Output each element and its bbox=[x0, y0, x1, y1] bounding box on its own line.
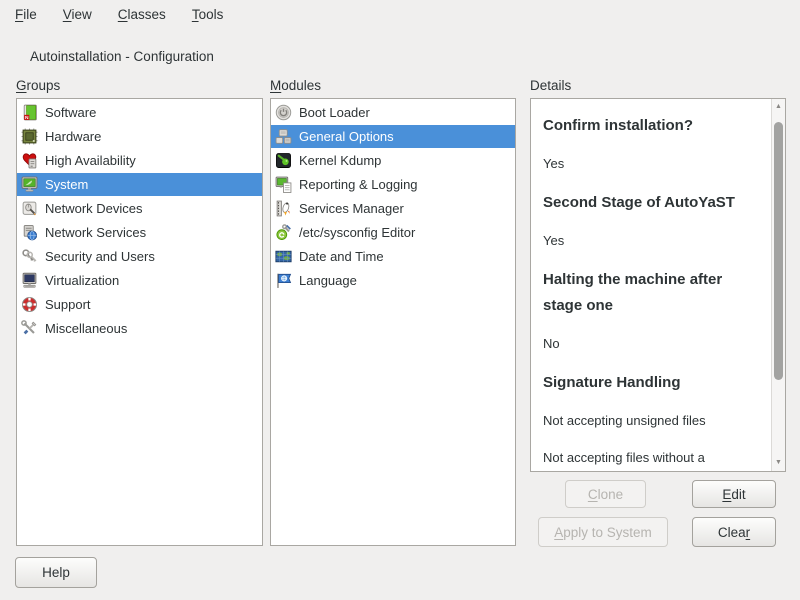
details-content: Confirm installation? Yes Second Stage o… bbox=[531, 99, 785, 471]
reporting-logging-icon bbox=[274, 176, 292, 194]
list-item-reporting-logging[interactable]: Reporting & Logging bbox=[271, 173, 515, 196]
details-heading: Confirm installation? bbox=[543, 113, 759, 139]
list-item-label: Network Services bbox=[45, 225, 146, 240]
details-value: Not accepting files without a checksum bbox=[543, 446, 759, 471]
list-item-network-devices[interactable]: Network Devices bbox=[17, 197, 262, 220]
details-heading: Halting the machine after stage one bbox=[543, 267, 759, 319]
autoyast-configuration-window: File View Classes Tools Autoinstallation… bbox=[0, 0, 800, 600]
menu-file[interactable]: File bbox=[2, 2, 50, 27]
details-heading: Signature Handling bbox=[543, 370, 759, 396]
list-item-label: Support bbox=[45, 297, 91, 312]
details-value: Not accepting unsigned files bbox=[543, 409, 759, 433]
menubar: File View Classes Tools bbox=[0, 0, 800, 28]
general-options-icon bbox=[274, 128, 292, 146]
list-item-label: Network Devices bbox=[45, 201, 143, 216]
modules-label: Modules bbox=[270, 78, 321, 93]
list-item-label: High Availability bbox=[45, 153, 136, 168]
list-item-label: Boot Loader bbox=[299, 105, 370, 120]
date-time-icon bbox=[274, 248, 292, 266]
hardware-icon bbox=[20, 128, 38, 146]
menu-classes[interactable]: Classes bbox=[105, 2, 179, 27]
list-item-kernel-kdump[interactable]: Kernel Kdump bbox=[271, 149, 515, 172]
list-item-date-and-time[interactable]: Date and Time bbox=[271, 245, 515, 268]
list-item-label: System bbox=[45, 177, 88, 192]
list-item-services-manager[interactable]: Services Manager bbox=[271, 197, 515, 220]
list-item-label: Reporting & Logging bbox=[299, 177, 418, 192]
page-title: Autoinstallation - Configuration bbox=[30, 49, 214, 64]
list-item-boot-loader[interactable]: Boot Loader bbox=[271, 101, 515, 124]
list-item-label: General Options bbox=[299, 129, 394, 144]
list-item-label: /etc/sysconfig Editor bbox=[299, 225, 415, 240]
system-icon bbox=[20, 176, 38, 194]
details-value: Yes bbox=[543, 152, 759, 176]
security-users-icon bbox=[20, 248, 38, 266]
list-item-sysconfig-editor[interactable]: /etc/sysconfig Editor bbox=[271, 221, 515, 244]
miscellaneous-icon bbox=[20, 320, 38, 338]
list-item-label: Software bbox=[45, 105, 96, 120]
support-icon bbox=[20, 296, 38, 314]
list-item-support[interactable]: Support bbox=[17, 293, 262, 316]
list-item-system[interactable]: System bbox=[17, 173, 262, 196]
edit-button[interactable]: Edit bbox=[692, 480, 776, 508]
details-value: No bbox=[543, 332, 759, 356]
modules-list: Boot Loader General Options Kernel Kdump bbox=[270, 98, 516, 546]
clear-button[interactable]: Clear bbox=[692, 517, 776, 547]
list-item-label: Services Manager bbox=[299, 201, 404, 216]
list-item-hardware[interactable]: Hardware bbox=[17, 125, 262, 148]
list-item-language[interactable]: Language bbox=[271, 269, 515, 292]
list-item-miscellaneous[interactable]: Miscellaneous bbox=[17, 317, 262, 340]
menu-view[interactable]: View bbox=[50, 2, 105, 27]
details-value: Yes bbox=[543, 229, 759, 253]
kernel-kdump-icon bbox=[274, 152, 292, 170]
high-availability-icon bbox=[20, 152, 38, 170]
menu-tools[interactable]: Tools bbox=[179, 2, 237, 27]
list-item-virtualization[interactable]: Virtualization bbox=[17, 269, 262, 292]
network-devices-icon bbox=[20, 200, 38, 218]
list-item-security-and-users[interactable]: Security and Users bbox=[17, 245, 262, 268]
groups-list: N Software Hardware High Availability bbox=[16, 98, 263, 546]
virtualization-icon bbox=[20, 272, 38, 290]
groups-label: Groups bbox=[16, 78, 60, 93]
clone-button[interactable]: Clone bbox=[565, 480, 646, 508]
boot-loader-icon bbox=[274, 104, 292, 122]
list-item-label: Security and Users bbox=[45, 249, 155, 264]
software-icon: N bbox=[20, 104, 38, 122]
services-manager-icon bbox=[274, 200, 292, 218]
details-label: Details bbox=[530, 78, 571, 93]
list-item-label: Date and Time bbox=[299, 249, 384, 264]
list-item-label: Kernel Kdump bbox=[299, 153, 381, 168]
list-item-general-options[interactable]: General Options bbox=[271, 125, 515, 148]
language-icon bbox=[274, 272, 292, 290]
network-services-icon bbox=[20, 224, 38, 242]
sysconfig-editor-icon bbox=[274, 224, 292, 242]
apply-to-system-button[interactable]: Apply to System bbox=[538, 517, 668, 547]
scroll-up-icon[interactable]: ▲ bbox=[772, 100, 785, 114]
list-item-label: Language bbox=[299, 273, 357, 288]
scroll-down-icon[interactable]: ▼ bbox=[772, 456, 785, 470]
svg-text:N: N bbox=[24, 115, 28, 121]
list-item-high-availability[interactable]: High Availability bbox=[17, 149, 262, 172]
details-heading: Second Stage of AutoYaST bbox=[543, 190, 759, 216]
list-item-label: Hardware bbox=[45, 129, 101, 144]
list-item-network-services[interactable]: Network Services bbox=[17, 221, 262, 244]
details-panel: Confirm installation? Yes Second Stage o… bbox=[530, 98, 786, 472]
scrollbar-thumb[interactable] bbox=[774, 122, 783, 380]
details-scrollbar[interactable]: ▲ ▼ bbox=[771, 99, 785, 471]
list-item-label: Miscellaneous bbox=[45, 321, 127, 336]
list-item-label: Virtualization bbox=[45, 273, 119, 288]
list-item-software[interactable]: N Software bbox=[17, 101, 262, 124]
help-button[interactable]: Help bbox=[15, 557, 97, 588]
